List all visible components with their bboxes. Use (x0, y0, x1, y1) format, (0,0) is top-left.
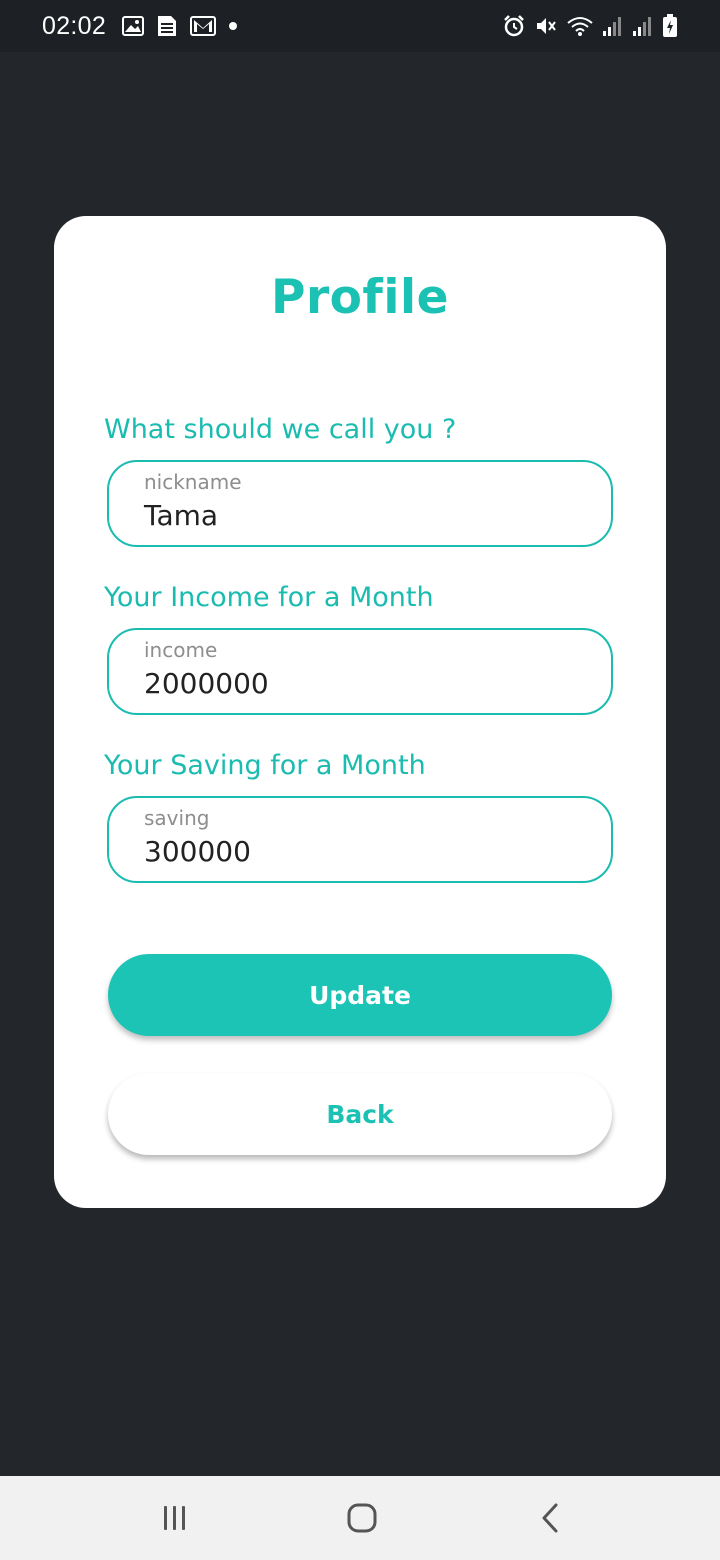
nickname-field[interactable]: nickname Tama (107, 460, 613, 547)
alarm-icon (502, 14, 526, 38)
status-bar: 02:02 (0, 0, 720, 52)
status-right-icons (502, 14, 678, 38)
home-icon[interactable] (332, 1496, 392, 1540)
income-label: Your Income for a Month (104, 582, 434, 613)
nickname-value[interactable]: Tama (144, 499, 218, 532)
navigation-bar (0, 1476, 720, 1560)
signal-icon (632, 15, 654, 37)
sim-card-icon (156, 14, 178, 38)
saving-label: Your Saving for a Month (104, 750, 426, 781)
status-left-icons (122, 14, 238, 38)
update-button[interactable]: Update (108, 954, 612, 1036)
back-icon[interactable] (520, 1496, 580, 1540)
dot-icon (228, 21, 238, 31)
saving-hint: saving (144, 806, 210, 830)
signal-icon (602, 15, 624, 37)
gmail-icon (190, 16, 217, 36)
back-button[interactable]: Back (108, 1073, 612, 1155)
income-field[interactable]: income 2000000 (107, 628, 613, 715)
wifi-icon (566, 15, 594, 37)
income-hint: income (144, 638, 218, 662)
mute-icon (534, 14, 558, 38)
battery-charging-icon (662, 14, 678, 38)
status-time: 02:02 (42, 11, 107, 40)
income-value[interactable]: 2000000 (144, 667, 269, 700)
nickname-hint: nickname (144, 470, 242, 494)
saving-field[interactable]: saving 300000 (107, 796, 613, 883)
saving-value[interactable]: 300000 (144, 835, 251, 868)
image-icon (122, 16, 145, 36)
nickname-label: What should we call you ? (104, 414, 457, 445)
page-title: Profile (271, 270, 449, 325)
recent-apps-icon[interactable] (145, 1496, 205, 1540)
